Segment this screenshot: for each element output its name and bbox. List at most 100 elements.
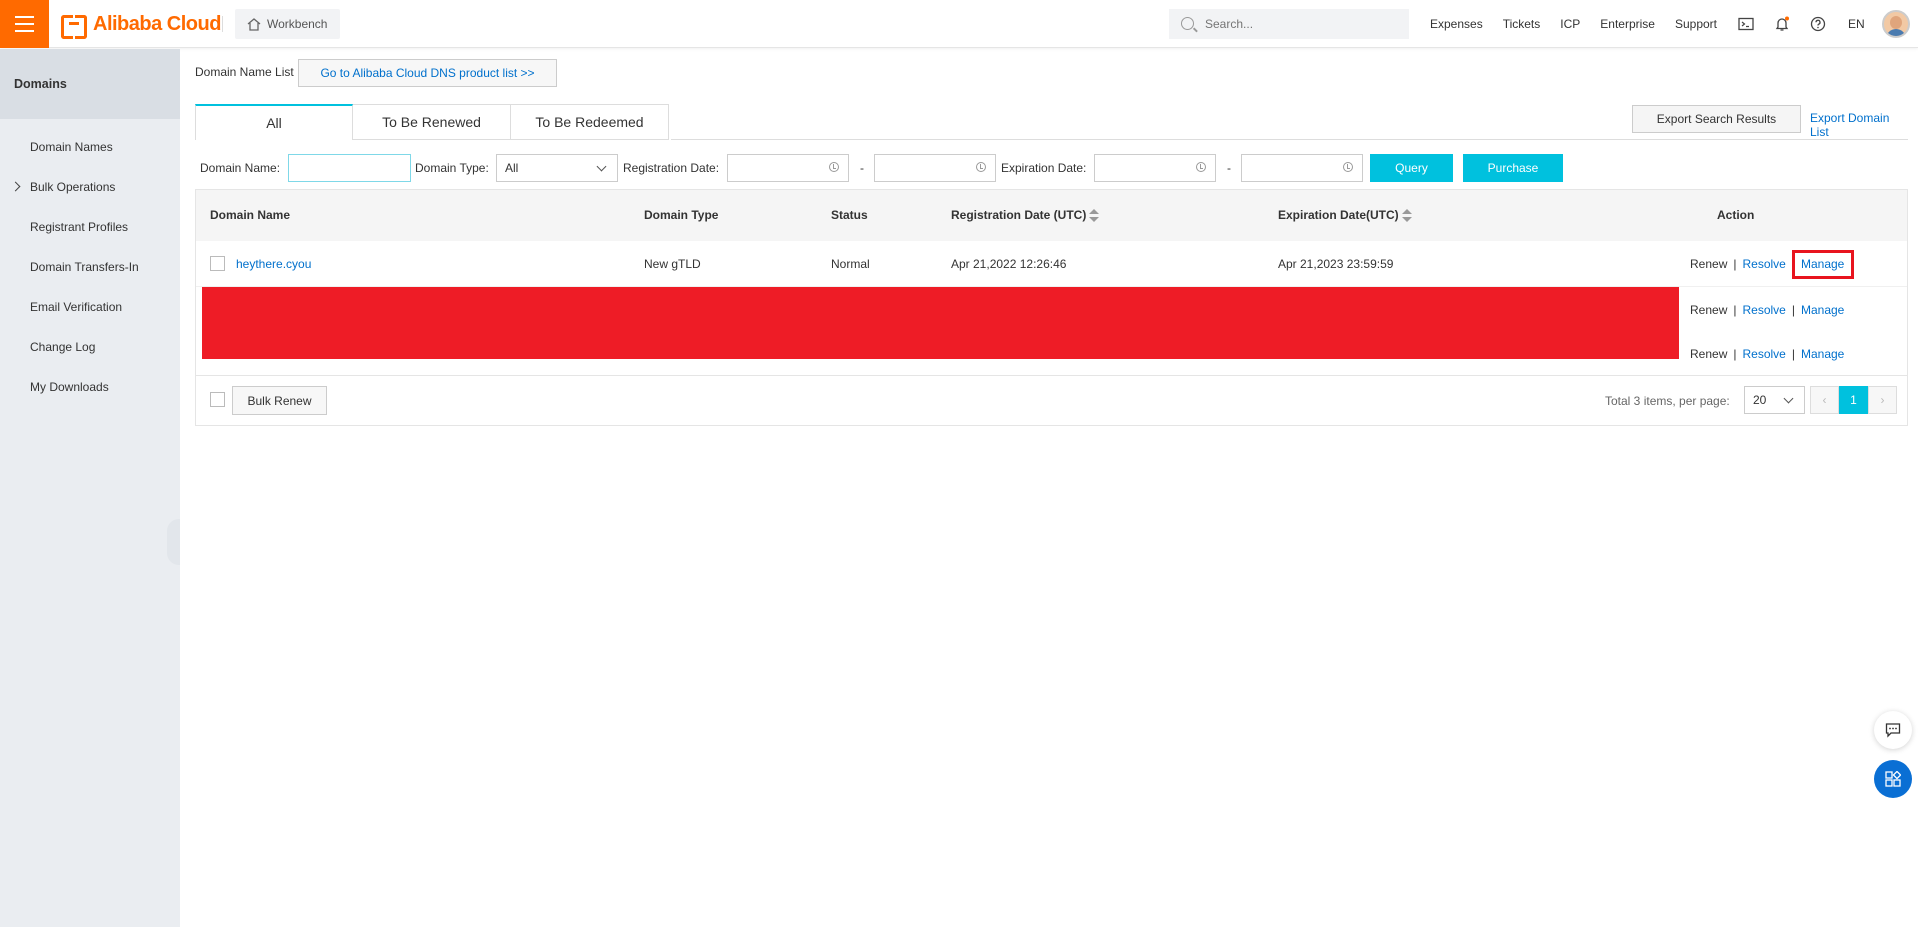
bulk-renew-button[interactable]: Bulk Renew [232,386,327,415]
resolve-link[interactable]: Resolve [1742,303,1785,317]
expiration-date-cell: Apr 21,2023 23:59:59 [1278,257,1394,271]
domain-name-link[interactable]: heythere.cyou [236,257,311,271]
tab-to-be-redeemed[interactable]: To Be Redeemed [511,104,669,140]
sidebar-item-email-verification[interactable]: Email Verification [0,287,180,327]
next-page-button[interactable]: › [1868,386,1897,414]
renew-link[interactable]: Renew [1690,303,1727,317]
sort-icon[interactable] [1401,208,1412,223]
avatar[interactable] [1882,10,1910,38]
sidebar-item-my-downloads[interactable]: My Downloads [0,367,180,407]
sidebar-item-label: My Downloads [30,380,109,394]
language-switch[interactable]: EN [1848,17,1865,31]
table-header: Domain Name Domain Type Status Registrat… [196,190,1907,241]
prev-page-button[interactable]: ‹ [1810,386,1839,414]
dns-product-list-button[interactable]: Go to Alibaba Cloud DNS product list >> [298,59,557,87]
domain-name-input[interactable] [288,154,411,182]
sidebar-item-domain-names[interactable]: Domain Names [0,127,180,167]
workbench-label: Workbench [267,17,328,31]
export-domain-list-link[interactable]: Export Domain List [1810,111,1910,139]
search-input[interactable] [1169,9,1409,39]
select-all-checkbox[interactable] [210,392,225,407]
purchase-button[interactable]: Purchase [1463,154,1563,182]
per-page-select[interactable]: 20 [1744,386,1805,414]
nav-tickets[interactable]: Tickets [1503,17,1541,31]
domain-type-cell: New gTLD [644,257,701,271]
chevron-down-icon [596,161,607,172]
apps-button[interactable] [1874,760,1912,798]
date-range-dash: - [860,161,864,175]
sort-icon[interactable] [1089,208,1100,223]
tab-to-be-renewed[interactable]: To Be Renewed [353,104,511,140]
query-button[interactable]: Query [1370,154,1453,182]
row-checkbox[interactable] [210,256,225,271]
nav-expenses[interactable]: Expenses [1430,17,1483,31]
redaction-block [202,287,1679,359]
sidebar-item-label: Registrant Profiles [30,220,129,234]
sidebar-title: Domains [0,49,180,119]
col-domain-type: Domain Type [644,208,719,222]
domain-type-filter-label: Domain Type: [415,161,489,175]
apps-grid-icon [1885,771,1901,787]
nav-support[interactable]: Support [1675,17,1717,31]
logo-mark-icon [61,15,87,39]
logo-text: Alibaba Cloud [93,12,221,35]
sidebar-item-change-log[interactable]: Change Log [0,327,180,367]
nav-icp[interactable]: ICP [1560,17,1580,31]
clock-icon [1343,162,1353,172]
manage-link[interactable]: Manage [1801,303,1844,317]
sidebar-item-label: Email Verification [30,300,123,314]
clock-icon [829,162,839,172]
sidebar-item-domain-transfers-in[interactable]: Domain Transfers-In [0,247,180,287]
terminal-icon[interactable] [1738,16,1754,32]
row-actions: Renew | Resolve | Manage [1690,303,1844,317]
header-divider [222,16,223,32]
domain-type-select[interactable]: All [496,154,618,182]
col-registration-date[interactable]: Registration Date (UTC) [951,208,1100,223]
resolve-link[interactable]: Resolve [1742,347,1785,361]
date-range-dash: - [1227,161,1231,175]
nav-enterprise[interactable]: Enterprise [1600,17,1655,31]
tabs-baseline [671,139,1908,140]
row-actions: Renew | Resolve | Manage [1690,347,1844,361]
tab-all[interactable]: All [195,104,353,140]
export-search-results-button[interactable]: Export Search Results [1632,105,1801,133]
help-icon[interactable] [1810,16,1826,32]
renew-link[interactable]: Renew [1690,347,1727,361]
chat-button[interactable] [1874,711,1912,749]
action-separator: | [1733,257,1737,271]
sidebar-item-bulk-operations[interactable]: Bulk Operations [0,167,180,207]
chevron-down-icon [1783,393,1794,404]
sidebar: Domains Domain Names Bulk Operations Reg… [0,49,180,927]
renew-link[interactable]: Renew [1690,257,1727,271]
col-expiration-date-label: Expiration Date(UTC) [1278,208,1399,222]
pagination: ‹ 1 › [1810,386,1897,414]
page-1-button[interactable]: 1 [1839,386,1868,414]
col-registration-date-label: Registration Date (UTC) [951,208,1087,222]
domain-type-value: All [505,161,519,175]
sidebar-collapse-handle[interactable] [167,519,180,565]
clock-icon [1196,162,1206,172]
table-footer: Bulk Renew Total 3 items, per page: 20 ‹… [196,375,1907,425]
col-expiration-date[interactable]: Expiration Date(UTC) [1278,208,1412,223]
sidebar-item-registrant-profiles[interactable]: Registrant Profiles [0,207,180,247]
registration-date-filter-label: Registration Date: [623,161,720,175]
filter-bar: Domain Name: Domain Type: All Registrati… [195,153,1910,183]
workbench-button[interactable]: Workbench [235,9,341,39]
domain-name-list-label: Domain Name List [195,65,294,79]
home-icon [247,17,261,31]
clock-icon [976,162,986,172]
manage-link[interactable]: Manage [1801,347,1844,361]
menu-icon[interactable] [0,0,49,48]
header-nav: Expenses Tickets ICP Enterprise Support [1430,0,1737,48]
sidebar-item-label: Domain Names [30,140,113,154]
notification-bell-icon[interactable] [1774,16,1790,32]
alibaba-cloud-logo[interactable]: Alibaba Cloud [61,12,221,39]
per-page-value: 20 [1753,393,1767,407]
total-items-text: Total 3 items, per page: [1605,394,1730,408]
expiration-date-filter-label: Expiration Date: [1001,161,1087,175]
resolve-link[interactable]: Resolve [1742,257,1785,271]
action-separator: | [1733,303,1737,317]
chevron-right-icon [10,181,21,192]
chat-icon [1885,723,1901,738]
col-domain-name: Domain Name [210,208,291,222]
